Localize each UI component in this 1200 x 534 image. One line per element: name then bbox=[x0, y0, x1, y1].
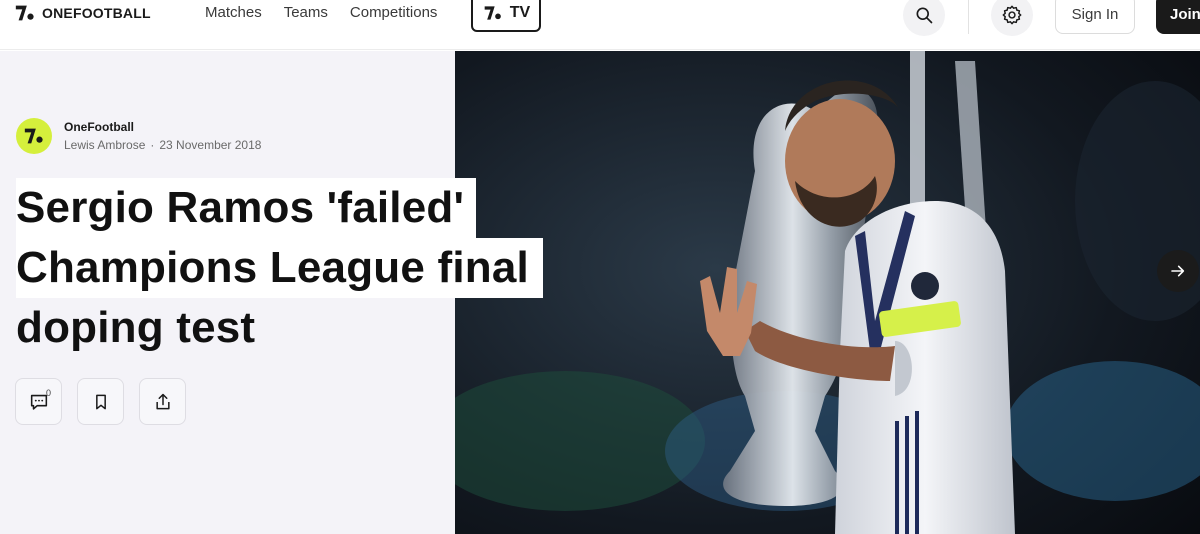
site-header: ONEFOOTBALL Matches Teams Competitions T… bbox=[0, 0, 1200, 50]
nav-item-teams[interactable]: Teams bbox=[284, 4, 328, 22]
nav-item-competitions[interactable]: Competitions bbox=[350, 4, 438, 22]
onefootball-tv-logo-icon bbox=[484, 6, 501, 20]
onefootball-logo-icon bbox=[24, 128, 43, 144]
headline-line-2: Champions League final bbox=[16, 238, 543, 298]
gear-icon bbox=[1002, 5, 1022, 25]
tv-label: TV bbox=[509, 4, 531, 21]
sign-in-button[interactable]: Sign In bbox=[1055, 0, 1135, 34]
headline-line-3: doping test bbox=[16, 303, 256, 352]
onefootball-tv-button[interactable]: TV bbox=[471, 0, 541, 32]
nav-item-matches[interactable]: Matches bbox=[205, 4, 262, 22]
arrow-right-icon bbox=[1171, 265, 1185, 277]
author-name: Lewis Ambrose bbox=[64, 138, 146, 152]
settings-button[interactable] bbox=[991, 0, 1033, 36]
share-icon bbox=[155, 393, 170, 409]
article-publisher[interactable]: OneFootball Lewis Ambrose · 23 November 20… bbox=[16, 118, 261, 154]
article-headline: Sergio Ramos 'failed' Champions League f… bbox=[16, 178, 543, 358]
bookmark-icon bbox=[95, 394, 106, 409]
header-divider bbox=[968, 0, 969, 34]
share-button[interactable] bbox=[139, 378, 186, 425]
bookmark-button[interactable] bbox=[77, 378, 124, 425]
join-button[interactable]: Join bbox=[1156, 0, 1200, 34]
article-actions: 0 bbox=[15, 378, 186, 425]
comment-count: 0 bbox=[46, 388, 52, 398]
publisher-avatar bbox=[16, 118, 52, 154]
publisher-text: OneFootball Lewis Ambrose · 23 November 20… bbox=[64, 119, 261, 153]
search-icon bbox=[916, 7, 933, 24]
onefootball-logo[interactable]: ONEFOOTBALL bbox=[14, 2, 151, 24]
headline-line-1: Sergio Ramos 'failed' bbox=[16, 178, 477, 238]
sergio-ramos-trophy-photo bbox=[455, 51, 1200, 534]
meta-separator: · bbox=[150, 138, 155, 152]
article-hero-image bbox=[455, 51, 1200, 534]
article-meta: Lewis Ambrose · 23 November 2018 bbox=[64, 137, 261, 153]
search-button[interactable] bbox=[903, 0, 945, 36]
publisher-name: OneFootball bbox=[64, 120, 134, 134]
comments-button[interactable]: 0 bbox=[15, 378, 62, 425]
carousel-next-button[interactable] bbox=[1157, 250, 1199, 292]
onefootball-logo-icon bbox=[15, 5, 34, 21]
brand-name: ONEFOOTBALL bbox=[42, 5, 151, 21]
main-nav: Matches Teams Competitions bbox=[205, 4, 437, 22]
publish-date: 23 November 2018 bbox=[159, 138, 262, 152]
